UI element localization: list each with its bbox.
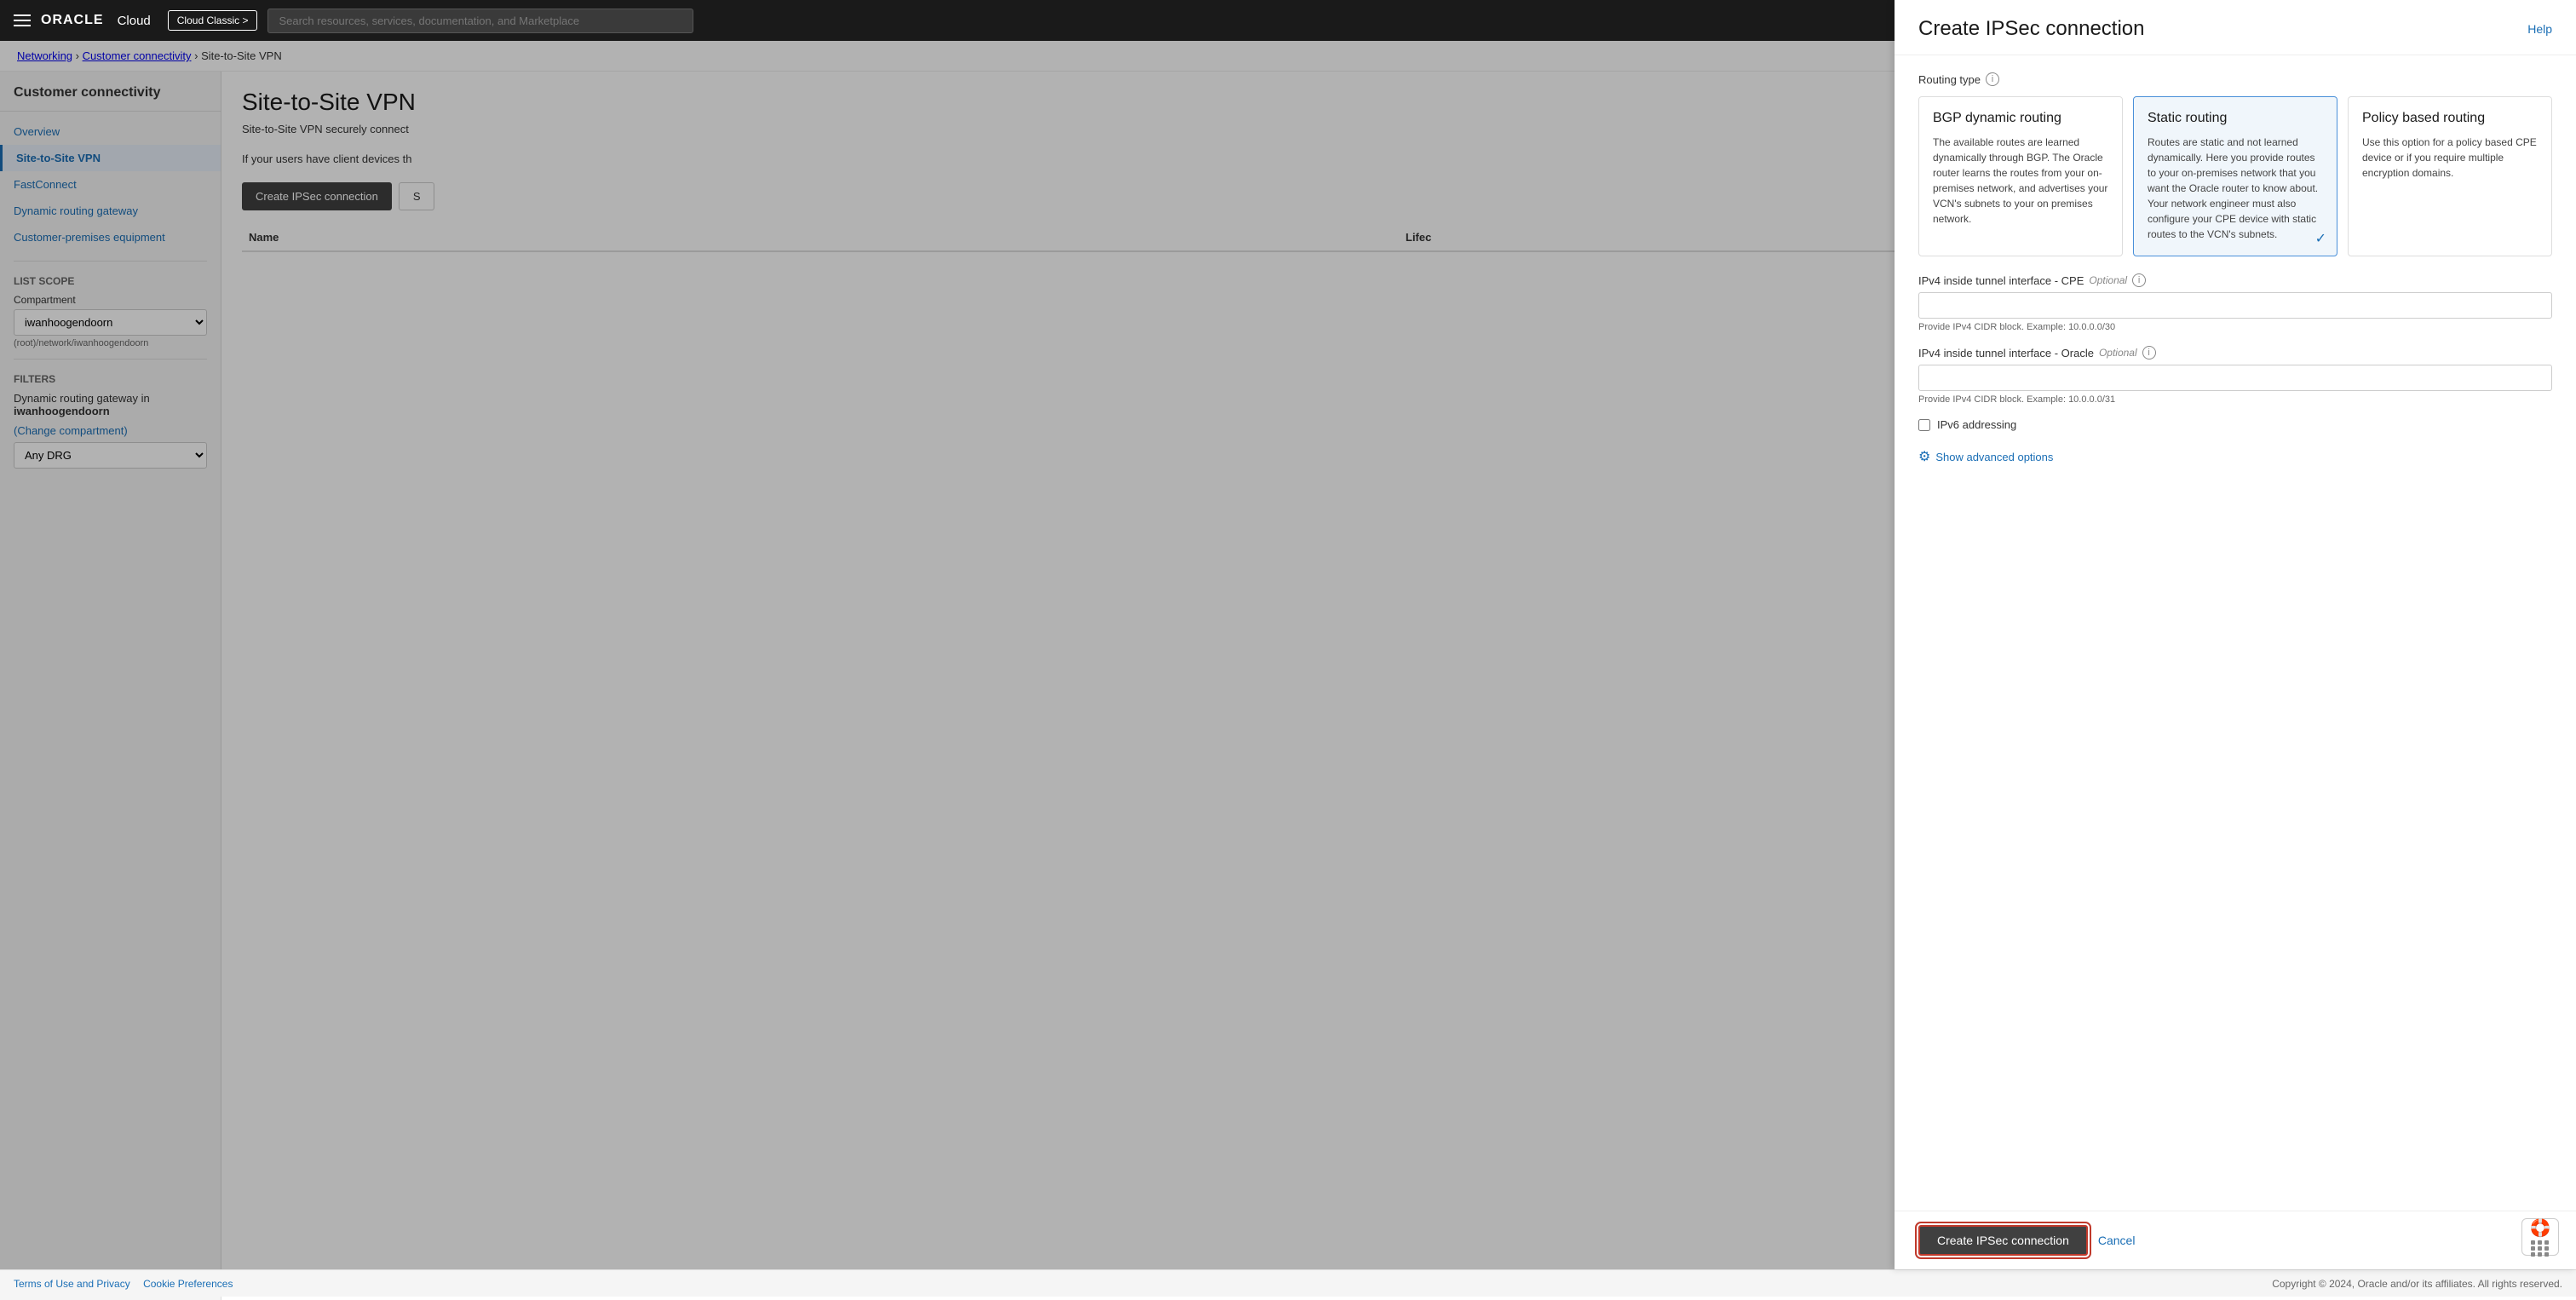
static-card-desc: Routes are static and not learned dynami… bbox=[2148, 135, 2323, 242]
search-input[interactable] bbox=[267, 9, 693, 33]
advanced-options-icon: ⚙ bbox=[1918, 448, 1930, 465]
footer-left: Terms of Use and Privacy Cookie Preferen… bbox=[14, 1278, 243, 1290]
footer-copyright: Copyright © 2024, Oracle and/or its affi… bbox=[2272, 1278, 2562, 1290]
bgp-card-title: BGP dynamic routing bbox=[1933, 111, 2108, 126]
ipv4-oracle-input[interactable] bbox=[1918, 365, 2552, 391]
ipv4-oracle-label: IPv4 inside tunnel interface - Oracle Op… bbox=[1918, 346, 2552, 360]
routing-options: BGP dynamic routing The available routes… bbox=[1918, 96, 2552, 256]
routing-card-static[interactable]: Static routing Routes are static and not… bbox=[2133, 96, 2337, 256]
ipv4-cpe-group: IPv4 inside tunnel interface - CPE Optio… bbox=[1918, 273, 2552, 332]
hamburger-menu[interactable] bbox=[14, 14, 31, 26]
modal-create-ipsec-button[interactable]: Create IPSec connection bbox=[1918, 1225, 2088, 1256]
footer-terms-link[interactable]: Terms of Use and Privacy bbox=[14, 1278, 130, 1290]
static-selected-checkmark: ✓ bbox=[2315, 230, 2326, 247]
ipv4-cpe-optional: Optional bbox=[2089, 274, 2127, 286]
ipv6-checkbox[interactable] bbox=[1918, 419, 1930, 431]
routing-card-bgp[interactable]: BGP dynamic routing The available routes… bbox=[1918, 96, 2123, 256]
modal-footer: Create IPSec connection Cancel bbox=[1895, 1211, 2576, 1269]
routing-card-policy[interactable]: Policy based routing Use this option for… bbox=[2348, 96, 2552, 256]
ipv4-oracle-group: IPv4 inside tunnel interface - Oracle Op… bbox=[1918, 346, 2552, 405]
ipv4-oracle-optional: Optional bbox=[2099, 347, 2137, 359]
ipv4-oracle-info-icon[interactable]: i bbox=[2142, 346, 2156, 360]
modal-help-link[interactable]: Help bbox=[2527, 22, 2552, 36]
ipv4-oracle-hint: Provide IPv4 CIDR block. Example: 10.0.0… bbox=[1918, 394, 2552, 405]
show-advanced-label: Show advanced options bbox=[1935, 451, 2053, 463]
modal-cancel-button[interactable]: Cancel bbox=[2098, 1234, 2136, 1247]
show-advanced-link[interactable]: ⚙ Show advanced options bbox=[1918, 448, 2552, 465]
footer: Terms of Use and Privacy Cookie Preferen… bbox=[0, 1269, 2576, 1297]
ipv4-cpe-label: IPv4 inside tunnel interface - CPE Optio… bbox=[1918, 273, 2552, 287]
cloud-label: Cloud bbox=[118, 14, 151, 28]
bgp-card-desc: The available routes are learned dynamic… bbox=[1933, 135, 2108, 227]
ipv4-cpe-input[interactable] bbox=[1918, 292, 2552, 319]
routing-type-info-icon[interactable]: i bbox=[1986, 72, 1999, 86]
policy-card-title: Policy based routing bbox=[2362, 111, 2538, 126]
cloud-classic-button[interactable]: Cloud Classic > bbox=[168, 10, 258, 31]
static-card-title: Static routing bbox=[2148, 111, 2323, 126]
ipv6-checkbox-group: IPv6 addressing bbox=[1918, 418, 2552, 431]
policy-card-desc: Use this option for a policy based CPE d… bbox=[2362, 135, 2538, 181]
help-widget[interactable]: 🛟 bbox=[2521, 1218, 2559, 1256]
ipv4-cpe-hint: Provide IPv4 CIDR block. Example: 10.0.0… bbox=[1918, 322, 2552, 332]
oracle-logo: ORACLE bbox=[41, 13, 104, 28]
ipv6-label: IPv6 addressing bbox=[1937, 418, 2016, 431]
modal-header: Create IPSec connection Help bbox=[1895, 0, 2576, 55]
help-widget-dots bbox=[2531, 1240, 2550, 1257]
footer-cookie-link[interactable]: Cookie Preferences bbox=[143, 1278, 233, 1290]
modal-title: Create IPSec connection bbox=[1918, 17, 2145, 41]
ipv4-cpe-info-icon[interactable]: i bbox=[2132, 273, 2146, 287]
routing-type-label: Routing type i bbox=[1918, 72, 2552, 86]
modal-create-ipsec: Create IPSec connection Help Routing typ… bbox=[1895, 0, 2576, 1269]
help-widget-icon: 🛟 bbox=[2530, 1217, 2551, 1239]
modal-body: Routing type i BGP dynamic routing The a… bbox=[1895, 55, 2576, 1211]
